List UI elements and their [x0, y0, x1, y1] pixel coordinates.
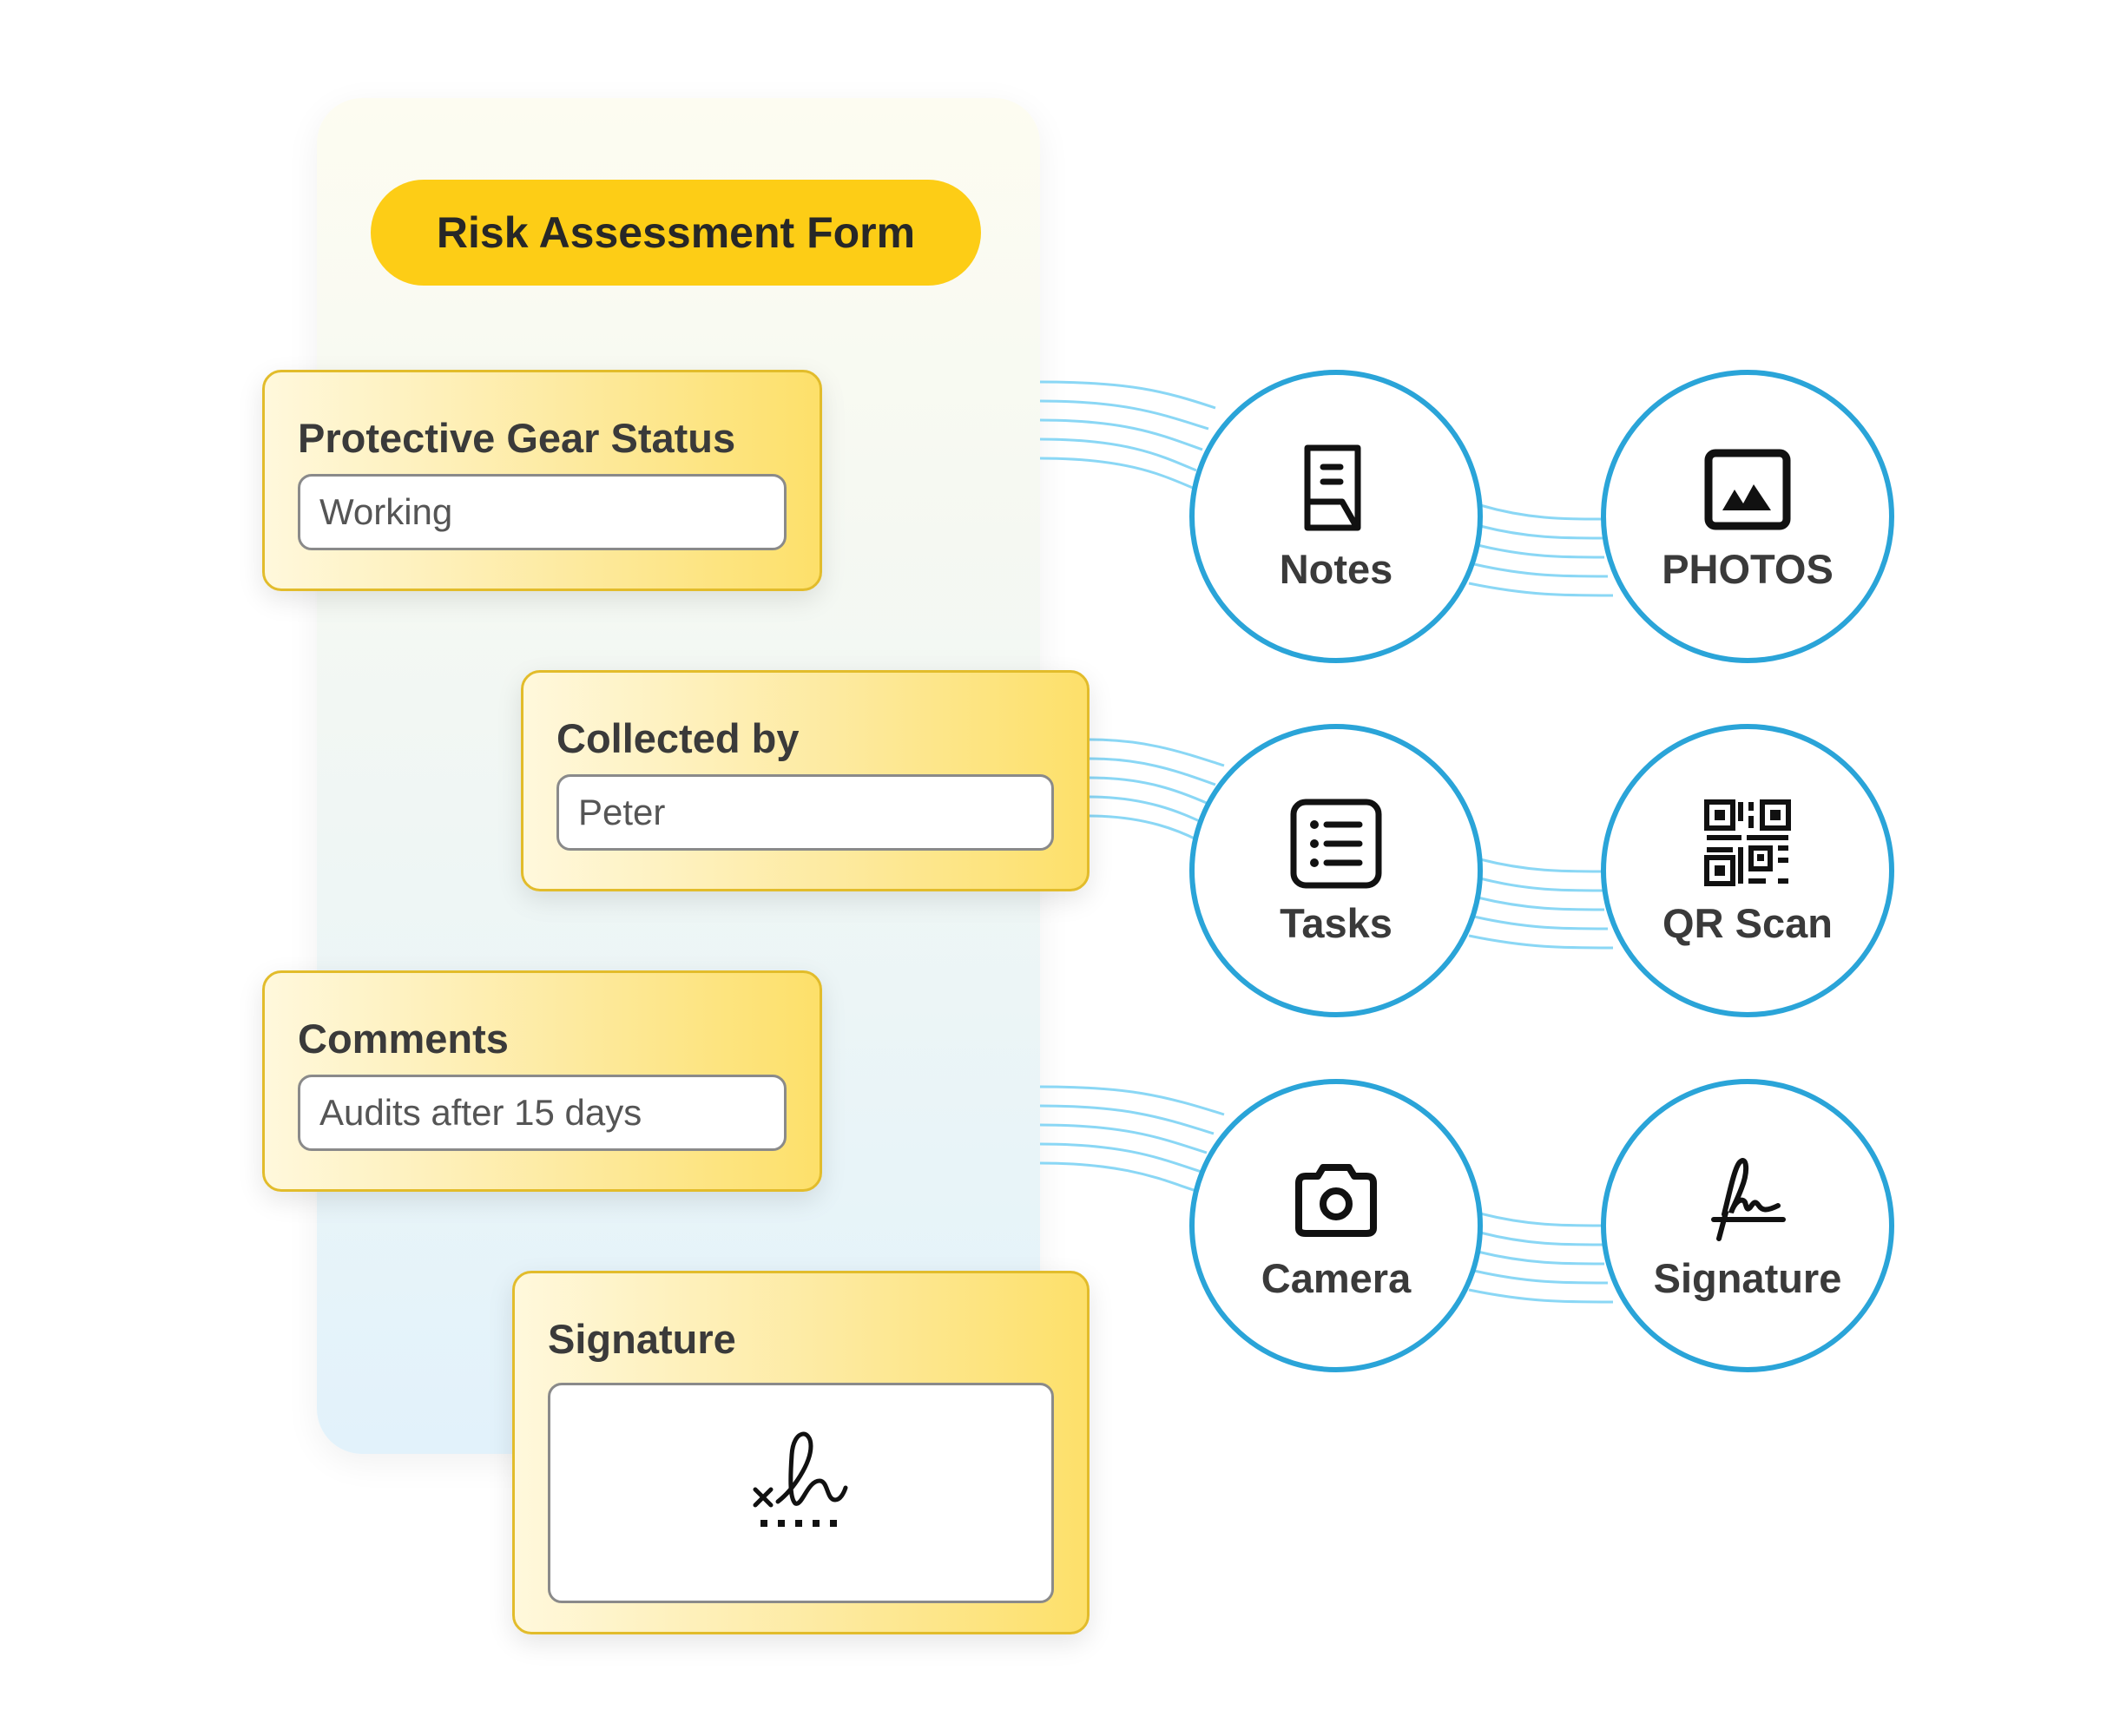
connector-line [1473, 562, 1609, 578]
protective-gear-status-input[interactable]: Working [298, 474, 787, 550]
connector-line [1039, 399, 1209, 431]
signature-dot [760, 1520, 767, 1527]
connector-line [1039, 457, 1194, 490]
connector-line [1477, 1250, 1605, 1266]
field-label: Signature [548, 1316, 736, 1362]
field-label: Comments [298, 1016, 509, 1062]
connector-line [1039, 1085, 1225, 1116]
feature-label: PHOTOS [1662, 546, 1834, 592]
connector-line [1089, 814, 1199, 842]
connector-line [1479, 1212, 1603, 1227]
camera-icon [1295, 1164, 1377, 1237]
connector-line [1089, 757, 1216, 786]
connector-line [1039, 1123, 1208, 1154]
signature-dot [830, 1520, 837, 1527]
connector-line [1039, 1104, 1215, 1135]
connector-line [1479, 1231, 1603, 1246]
form-title-badge: Risk Assessment Form [371, 180, 981, 286]
connector-line [1468, 934, 1614, 950]
connector-line [1479, 524, 1603, 540]
signature-drawing-icon [753, 1431, 848, 1527]
notes-icon [1304, 444, 1361, 531]
feature-label: Notes [1279, 546, 1393, 592]
feature-tasks[interactable]: Tasks [1189, 724, 1483, 1017]
connector-line [1089, 795, 1204, 825]
connector-line [1089, 776, 1209, 806]
connector-line [1479, 877, 1603, 892]
feature-notes[interactable]: Notes [1189, 370, 1483, 663]
feature-qr-scan[interactable]: QR Scan [1601, 724, 1894, 1017]
connector-line [1039, 1142, 1202, 1174]
signature-pad[interactable] [548, 1383, 1054, 1603]
comments-input[interactable]: Audits after 15 days [298, 1075, 787, 1151]
connector-line [1473, 1269, 1609, 1285]
field-card-comments: Comments Audits after 15 days [262, 970, 822, 1192]
collected-by-input[interactable]: Peter [556, 774, 1054, 851]
qr-code-icon [1704, 799, 1791, 886]
connector-line [1479, 503, 1603, 521]
connector-line [1089, 738, 1225, 767]
feature-label: Camera [1261, 1255, 1412, 1301]
connector-line [1468, 582, 1614, 597]
connector-line [1468, 1288, 1614, 1304]
field-label: Collected by [556, 715, 800, 761]
connector-line [1039, 1161, 1197, 1193]
image-icon [1704, 449, 1791, 530]
field-card-protective-gear: Protective Gear Status Working [262, 370, 822, 591]
list-icon [1290, 799, 1382, 889]
signature-dot [795, 1520, 802, 1527]
connector-line [1477, 543, 1605, 559]
field-label: Protective Gear Status [298, 415, 736, 461]
feature-signature[interactable]: Signature [1601, 1079, 1894, 1372]
connector-line [1477, 896, 1605, 911]
feature-label: Tasks [1280, 900, 1392, 946]
connector-line [1473, 915, 1609, 930]
feature-photos[interactable]: PHOTOS [1601, 370, 1894, 663]
feature-camera[interactable]: Camera [1189, 1079, 1483, 1372]
field-card-collected-by: Collected by Peter [521, 670, 1090, 891]
signature-dot [778, 1520, 785, 1527]
connector-line [1039, 437, 1197, 472]
signature-icon [1711, 1158, 1786, 1241]
connector-line [1479, 858, 1603, 873]
feature-label: QR Scan [1662, 900, 1833, 946]
field-card-signature: Signature [512, 1271, 1090, 1634]
signature-dot [813, 1520, 820, 1527]
connector-line [1039, 380, 1216, 410]
feature-label: Signature [1653, 1255, 1842, 1301]
